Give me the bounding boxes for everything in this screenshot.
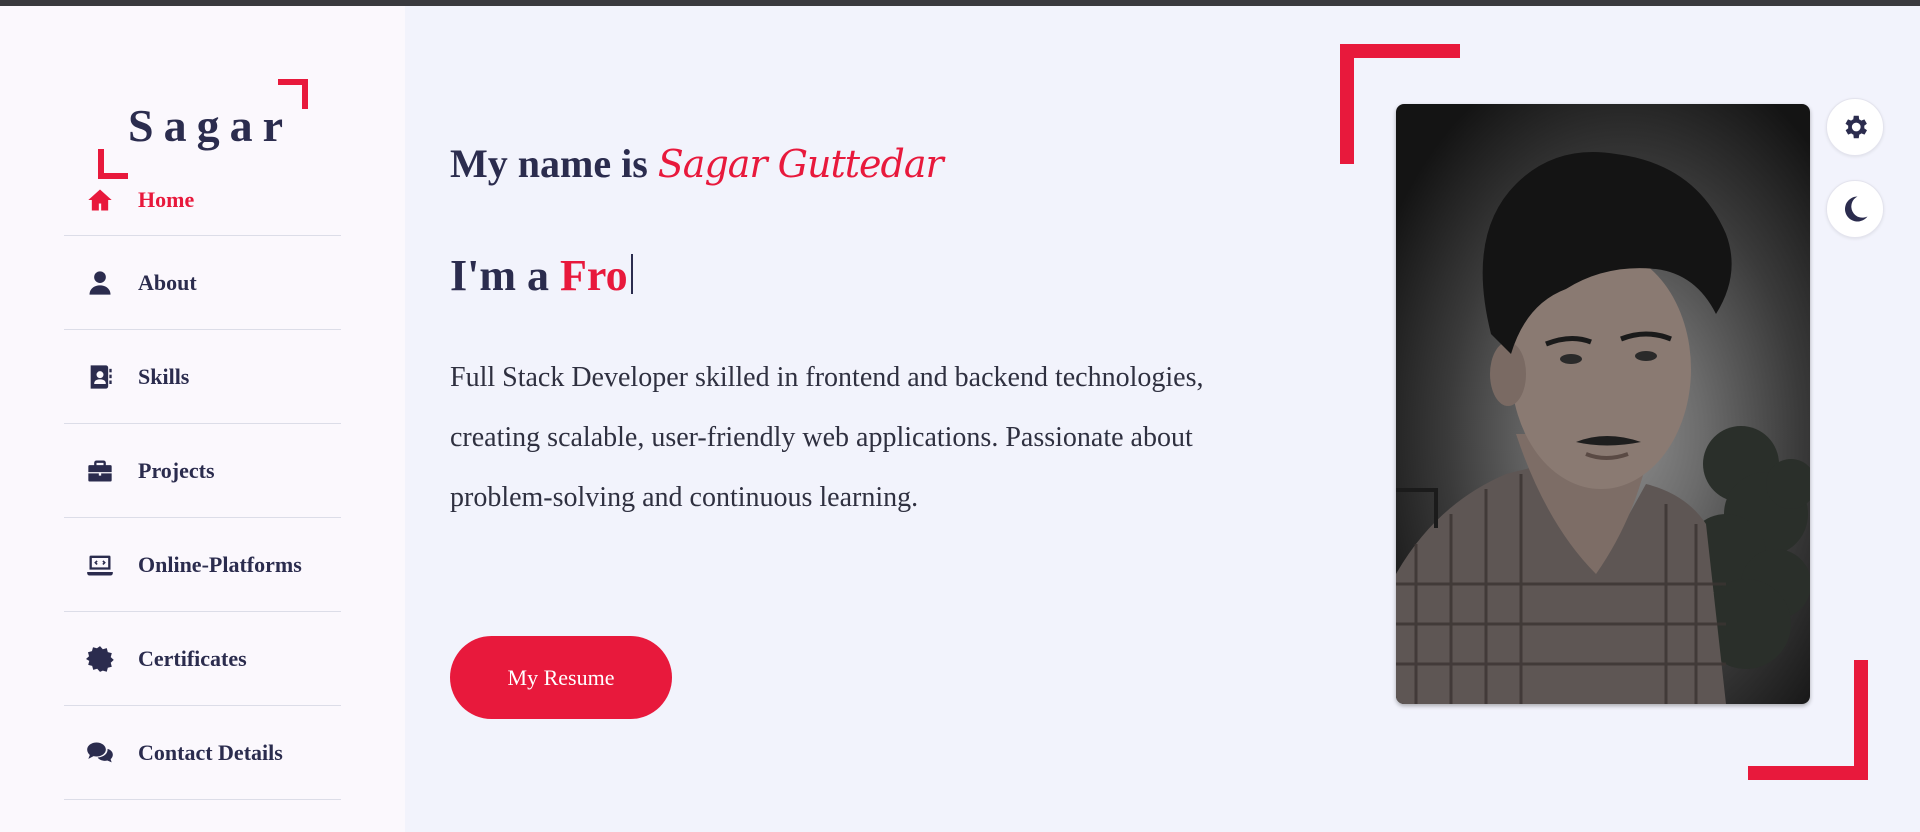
gear-icon (1845, 115, 1867, 139)
sidebar-item-label: Certificates (138, 645, 247, 671)
sidebar: Sagar Home About Skills Projects Online-… (0, 6, 405, 832)
certificate-icon (84, 645, 116, 673)
sidebar-item-online-platforms[interactable]: Online-Platforms (64, 518, 341, 612)
hero-description: Full Stack Developer skilled in frontend… (450, 362, 1204, 513)
profile-photo-illustration (1396, 152, 1810, 704)
name-highlight: Sagar Guttedar (657, 142, 944, 186)
sidebar-item-projects[interactable]: Projects (64, 424, 341, 518)
logo-text: Sagar (128, 100, 293, 151)
laptop-code-icon (84, 551, 116, 579)
photo-frame-bottom-right (1748, 660, 1868, 780)
sidebar-item-label: Projects (138, 457, 215, 483)
sidebar-item-label: Online-Platforms (138, 551, 302, 577)
theme-toggle-button[interactable] (1826, 180, 1884, 238)
role-prefix: I'm a (450, 251, 560, 300)
user-icon (84, 269, 116, 297)
moon-icon (1845, 196, 1868, 222)
resume-button[interactable]: My Resume (450, 636, 672, 719)
sidebar-item-about[interactable]: About (64, 236, 341, 330)
sidebar-item-certificates[interactable]: Certificates (64, 612, 341, 706)
typing-cursor (630, 254, 633, 294)
home-icon (84, 186, 116, 214)
sidebar-nav: Home About Skills Projects Online-Platfo… (64, 164, 341, 800)
name-prefix: My name is (450, 141, 658, 186)
name-heading: My name is Sagar Guttedar (450, 140, 1310, 200)
sidebar-item-contact-details[interactable]: Contact Details (64, 706, 341, 800)
settings-button[interactable] (1826, 98, 1884, 156)
sidebar-item-home[interactable]: Home (64, 164, 341, 236)
profile-photo (1396, 104, 1810, 704)
sidebar-item-skills[interactable]: Skills (64, 330, 341, 424)
sidebar-item-label: Home (138, 186, 195, 212)
comments-icon (84, 739, 116, 767)
role-typed-text: Fro (560, 251, 628, 300)
sidebar-item-label: Contact Details (138, 739, 283, 765)
role-heading: I'm a Fro (450, 250, 1310, 312)
hero-section: My name is Sagar Guttedar I'm a Fro Full… (450, 140, 1310, 528)
sidebar-item-label: Skills (138, 363, 190, 389)
briefcase-icon (84, 457, 116, 485)
address-book-icon (84, 363, 116, 391)
sidebar-item-label: About (138, 269, 197, 295)
